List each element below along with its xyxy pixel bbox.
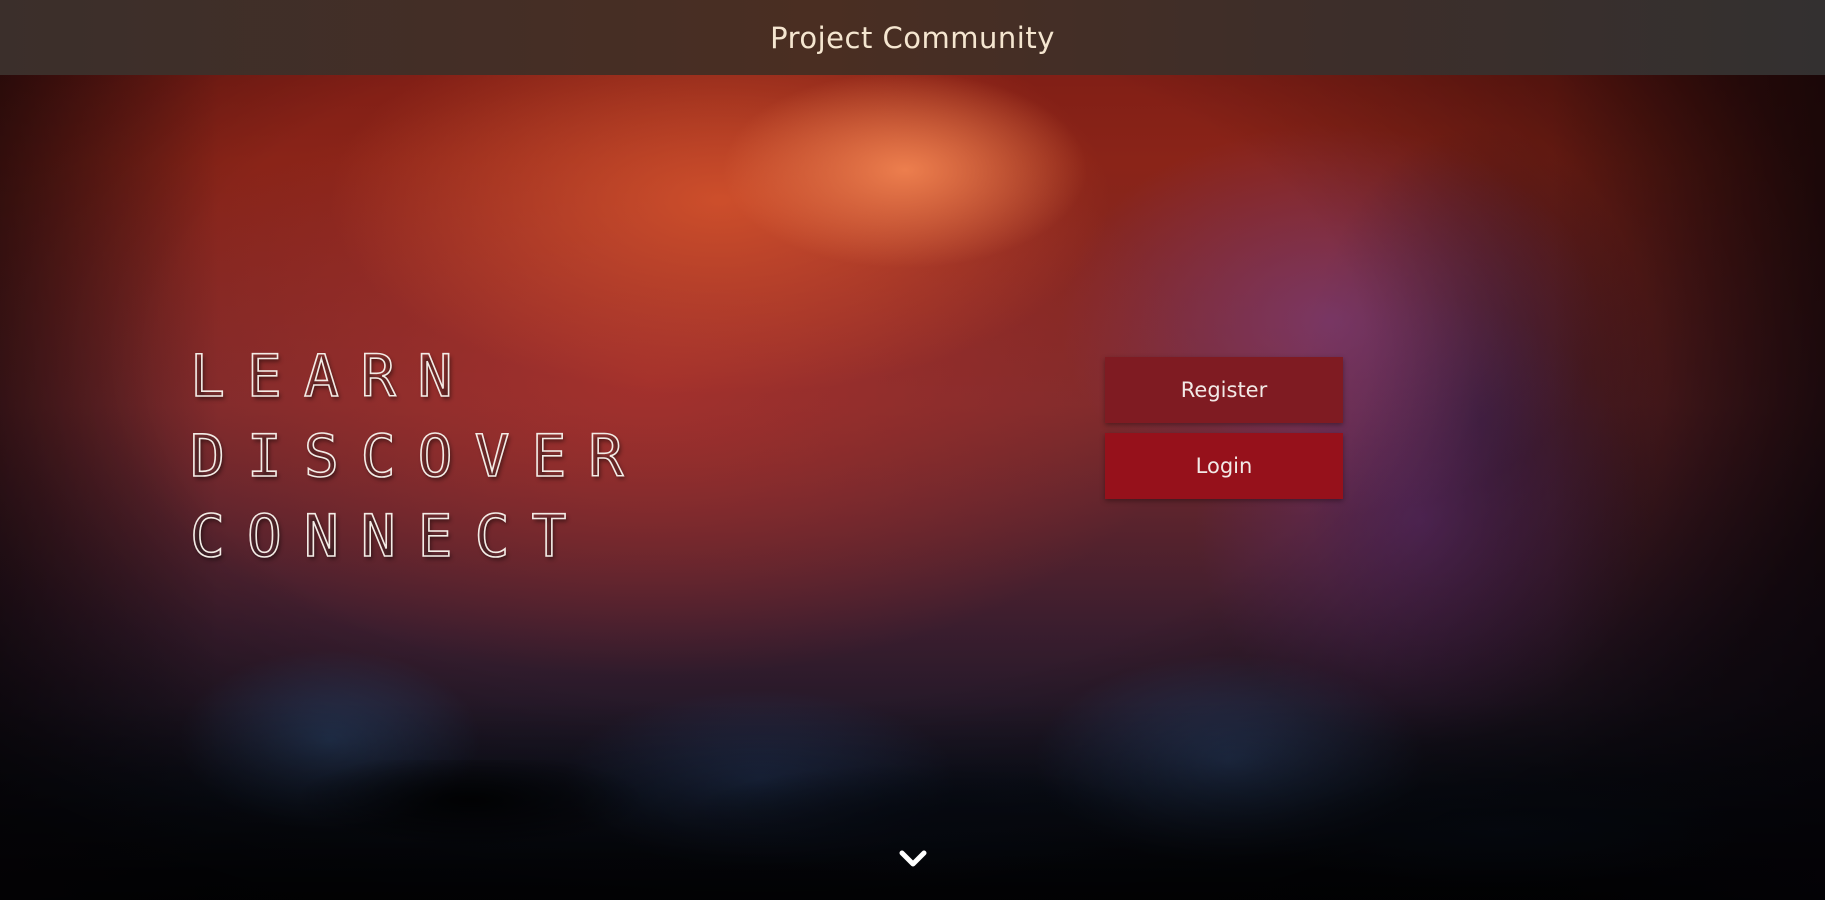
site-title[interactable]: Project Community (770, 21, 1055, 55)
hero-tagline: LEARN DISCOVER CONNECT (189, 336, 646, 576)
background-foreground-shadows (0, 760, 1825, 900)
tagline-discover: DISCOVER (189, 421, 646, 491)
login-button[interactable]: Login (1105, 433, 1343, 499)
register-button[interactable]: Register (1105, 357, 1343, 423)
landing-page: Project Community LEARN DISCOVER CONNECT… (0, 0, 1825, 900)
scroll-down-button[interactable] (896, 845, 930, 873)
auth-buttons: Register Login (1105, 357, 1343, 499)
tagline-learn: LEARN (189, 341, 475, 411)
top-header-bar: Project Community (0, 0, 1825, 75)
chevron-down-icon (899, 850, 927, 867)
tagline-connect: CONNECT (189, 501, 589, 571)
